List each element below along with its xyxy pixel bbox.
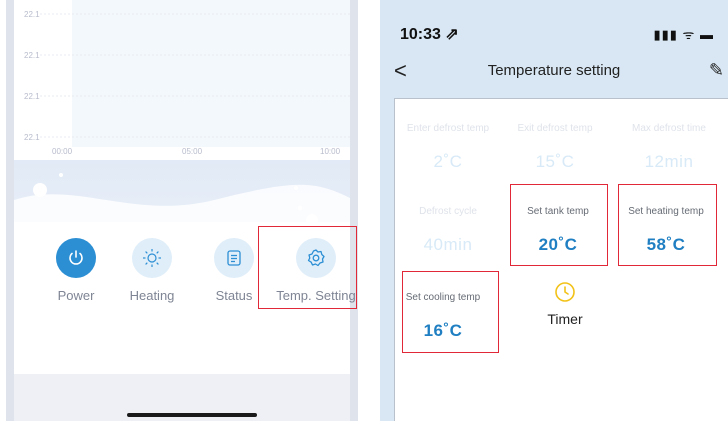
setting-max-defrost-time[interactable]: Max defrost time 12min: [615, 123, 723, 172]
wave-decoration: [14, 160, 350, 230]
x-tick-label: 10:00: [320, 147, 341, 156]
screenshot-root: 22.1 22.1 22.1 22.1 00:00 05:00 10:00 Po…: [0, 0, 728, 421]
temperature-chart: 22.1 22.1 22.1 22.1 00:00 05:00 10:00: [14, 0, 350, 160]
setting-caption: Exit defrost temp: [517, 123, 593, 134]
setting-exit-defrost-temp[interactable]: Exit defrost temp 15˚C: [501, 123, 609, 172]
setting-enter-defrost-temp[interactable]: Enter defrost temp 2˚C: [394, 123, 502, 172]
heating-label: Heating: [129, 288, 175, 303]
status-bar-time: 10:33 ⇗: [400, 26, 459, 43]
highlight-box-tank-temp: [510, 184, 608, 266]
highlight-box-heating-temp: [618, 184, 717, 266]
setting-value: 15˚C: [535, 152, 575, 171]
chart-svg: 22.1 22.1 22.1 22.1 00:00 05:00 10:00: [24, 0, 350, 156]
left-app-screen: 22.1 22.1 22.1 22.1 00:00 05:00 10:00 Po…: [6, 0, 358, 421]
chart-plot-area: [72, 0, 350, 147]
page-title: Temperature setting: [487, 62, 621, 79]
clock-icon: [555, 282, 575, 302]
y-tick-label: 22.1: [24, 10, 40, 19]
bottom-area: [14, 374, 350, 421]
highlight-box-temp-setting: [258, 226, 357, 309]
power-icon: [56, 238, 96, 278]
heating-button[interactable]: Heating: [112, 238, 192, 303]
setting-caption: Defrost cycle: [419, 206, 477, 217]
home-indicator[interactable]: [127, 413, 257, 417]
document-icon: [214, 238, 254, 278]
power-button[interactable]: Power: [36, 238, 116, 303]
y-tick-label: 22.1: [24, 51, 40, 60]
wave-svg: [14, 173, 350, 230]
timer-label: Timer: [547, 311, 583, 327]
setting-defrost-cycle[interactable]: Defrost cycle 40min: [394, 206, 502, 255]
power-label: Power: [57, 288, 95, 303]
highlight-box-cooling-temp: [402, 271, 499, 353]
edit-pencil-icon[interactable]: ✎: [709, 60, 724, 81]
setting-caption: Enter defrost temp: [406, 123, 490, 134]
sun-icon: [132, 238, 172, 278]
setting-value: 12min: [644, 152, 694, 171]
y-tick-label: 22.1: [24, 92, 40, 101]
timer-button[interactable]: Timer: [511, 281, 619, 327]
setting-value: 2˚C: [433, 152, 463, 171]
y-tick-label: 22.1: [24, 133, 40, 142]
setting-value: 40min: [423, 235, 473, 254]
right-app-screen: 10:33 ⇗ ▮▮▮ ᯤ ▬ < Temperature setting ✎ …: [380, 0, 728, 421]
setting-caption: Max defrost time: [632, 123, 706, 134]
status-bar-icons: ▮▮▮ ᯤ ▬: [653, 27, 714, 42]
x-tick-label: 05:00: [182, 147, 203, 156]
x-tick-label: 00:00: [52, 147, 73, 156]
